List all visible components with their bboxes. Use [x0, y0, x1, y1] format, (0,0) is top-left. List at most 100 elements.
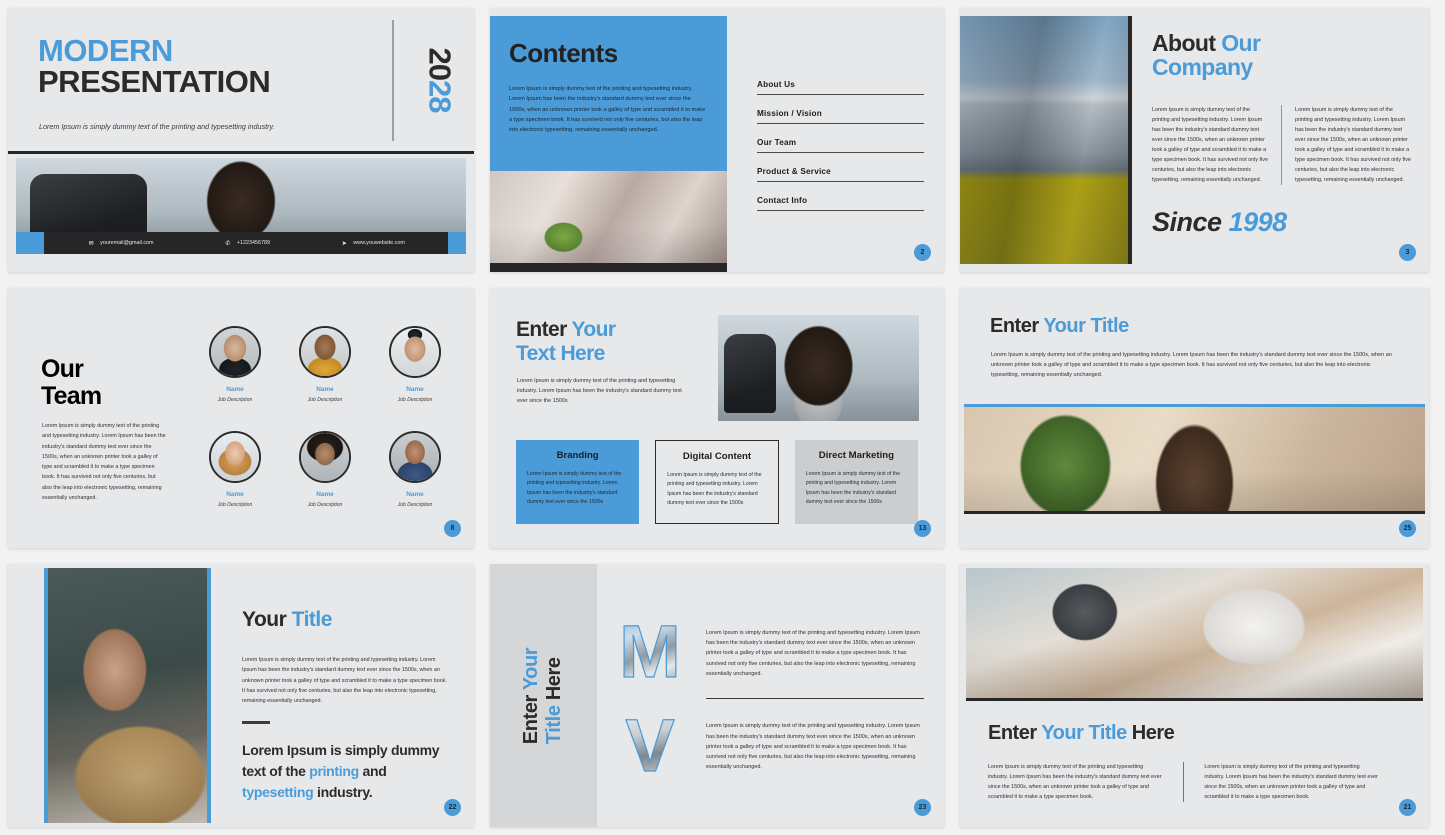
team-member[interactable]: Name Job Description: [190, 431, 280, 536]
slide-title[interactable]: MODERN PRESENTATION Lorem Ipsum is simpl…: [8, 8, 474, 272]
contents-item-our-team[interactable]: Our Team: [754, 138, 924, 157]
team-member[interactable]: Name Job Description: [190, 326, 280, 431]
team-heading-line-2: Team: [41, 381, 102, 410]
title-here-photo-pos: [966, 568, 1423, 698]
title-header: MODERN PRESENTATION Lorem Ipsum is simpl…: [8, 8, 474, 154]
page-number-badge: 13: [914, 520, 931, 537]
slide-thumb-your-title[interactable]: Your Title Lorem Ipsum is simply dummy t…: [0, 556, 482, 835]
contents-item-contact-info[interactable]: Contact Info: [754, 196, 924, 215]
slide-thumb-vertical-title[interactable]: Enter Your Title Here M Lorem Ipsum is s…: [482, 556, 952, 835]
contact-bar: ✉ youremail@gmail.com ✆ +1223456789 ➤ ww…: [16, 232, 466, 254]
slide-banner-title[interactable]: Enter Your Title Lorem Ipsum is simply d…: [960, 288, 1429, 548]
team-member[interactable]: Name Job Description: [370, 326, 460, 431]
slide-thumb-about[interactable]: About Our Company Lorem Ipsum is simply …: [952, 0, 1437, 280]
slide-thumb-team[interactable]: Our Team Lorem Ipsum is simply dummy tex…: [0, 280, 482, 556]
contents-blue-box: Contents Lorem Ipsum is simply dummy tex…: [490, 16, 727, 171]
slide-vertical-title[interactable]: Enter Your Title Here M Lorem Ipsum is s…: [490, 564, 944, 827]
slide-thumb-title[interactable]: MODERN PRESENTATION Lorem Ipsum is simpl…: [0, 0, 482, 280]
title-here-column-right: Lorem Ipsum is simply dummy text of the …: [1204, 764, 1378, 800]
about-vertical-bar: [1128, 16, 1132, 264]
slide-text-here[interactable]: Enter Your Text Here Lorem Ipsum is simp…: [490, 288, 944, 548]
avatar: [299, 326, 351, 378]
contact-website[interactable]: ➤ www.youwebsite.com: [340, 239, 405, 247]
card-branding[interactable]: Branding Lorem Ipsum is simply dummy tex…: [516, 440, 640, 524]
avatar: [389, 326, 441, 378]
slide-thumb-contents[interactable]: Contents Lorem Ipsum is simply dummy tex…: [482, 0, 952, 280]
about-body: About Our Company Lorem Ipsum is simply …: [1152, 31, 1411, 238]
about-columns: Lorem Ipsum is simply dummy text of the …: [1152, 104, 1411, 185]
contact-bar-inner: ✉ youremail@gmail.com ✆ +1223456789 ➤ ww…: [44, 232, 448, 254]
team-member-name: Name: [226, 491, 244, 498]
avatar: [209, 326, 261, 378]
about-photo-building: [960, 16, 1128, 264]
text-here-body: Lorem Ipsum is simply dummy text of the …: [517, 378, 682, 405]
card-body: Lorem Ipsum is simply dummy text of the …: [805, 471, 901, 506]
about-heading: About Our Company: [1152, 31, 1411, 80]
letter-m-graphic: M: [614, 614, 686, 689]
vertical-heading: Enter Your Title Here: [490, 564, 597, 827]
heading-dark: Enter: [516, 318, 572, 341]
short-rule: [242, 721, 270, 724]
vertical-title-row-m: M Lorem Ipsum is simply dummy text of th…: [614, 614, 924, 689]
card-digital-content[interactable]: Digital Content Lorem Ipsum is simply du…: [655, 440, 779, 524]
team-member-job: Job Description: [307, 397, 343, 403]
slide-thumb-banner-title[interactable]: Enter Your Title Lorem Ipsum is simply d…: [952, 280, 1437, 556]
vt-blue-1: Your: [520, 647, 543, 690]
slide-title-here[interactable]: Enter Your Title Here Lorem Ipsum is sim…: [960, 564, 1429, 827]
slide-contents[interactable]: Contents Lorem Ipsum is simply dummy tex…: [490, 8, 944, 272]
about-column-left: Lorem Ipsum is simply dummy text of the …: [1152, 106, 1268, 183]
card-heading: Direct Marketing: [818, 450, 894, 461]
slide-team[interactable]: Our Team Lorem Ipsum is simply dummy tex…: [8, 288, 474, 548]
team-body: Lorem Ipsum is simply dummy text of the …: [42, 423, 166, 501]
slide-about[interactable]: About Our Company Lorem Ipsum is simply …: [960, 8, 1429, 272]
slide-thumb-title-here[interactable]: Enter Your Title Here Lorem Ipsum is sim…: [952, 556, 1437, 835]
card-heading: Branding: [556, 450, 599, 461]
team-member[interactable]: Name Job Description: [280, 326, 370, 431]
your-title-photo-wrap: [44, 568, 211, 823]
banner-photo-wrap: [964, 404, 1425, 514]
banner-photo-palm: [964, 404, 1425, 514]
contact-email-text: youremail@gmail.com: [100, 240, 154, 246]
team-member-job: Job Description: [307, 502, 343, 508]
vertical-title-panel: Enter Your Title Here: [490, 564, 597, 827]
contents-heading: Contents: [509, 38, 618, 68]
cursor-icon: ➤: [341, 240, 347, 247]
team-member-name: Name: [406, 386, 424, 393]
contents-footer-bar: [490, 263, 727, 272]
heading-dark-1: Enter: [988, 722, 1042, 744]
team-member[interactable]: Name Job Description: [370, 431, 460, 536]
letter-v-graphic: V: [614, 708, 686, 783]
card-direct-marketing[interactable]: Direct Marketing Lorem Ipsum is simply d…: [794, 440, 918, 524]
phone-icon: ✆: [225, 240, 231, 247]
vertical-title-rows: M Lorem Ipsum is simply dummy text of th…: [614, 614, 924, 783]
statement-part-3: industry.: [313, 783, 373, 800]
banner-body: Lorem Ipsum is simply dummy text of the …: [991, 352, 1392, 379]
contents-item-about-us[interactable]: About Us: [754, 80, 924, 99]
contents-item-product-service[interactable]: Product & Service: [754, 167, 924, 186]
contents-item-label: Product & Service: [757, 167, 831, 176]
avatar: [299, 431, 351, 483]
contact-email[interactable]: ✉ youremail@gmail.com: [87, 239, 154, 247]
envelope-icon: ✉: [88, 240, 94, 247]
slide-your-title[interactable]: Your Title Lorem Ipsum is simply dummy t…: [8, 564, 474, 827]
since-year: 1998: [1228, 206, 1288, 237]
letter-glyph: V: [614, 708, 686, 783]
slide-thumb-text-here[interactable]: Enter Your Text Here Lorem Ipsum is simp…: [482, 280, 952, 556]
year-suffix: 28: [422, 80, 457, 113]
about-since: Since 1998: [1152, 207, 1411, 238]
since-word: Since: [1152, 206, 1222, 237]
contact-website-text: www.youwebsite.com: [353, 240, 405, 246]
heading-dark: Your: [242, 608, 292, 631]
team-member-name: Name: [406, 491, 424, 498]
your-title-heading: Your Title: [242, 608, 450, 632]
contents-item-mission-vision[interactable]: Mission / Vision: [754, 109, 924, 128]
your-title-body-wrap: Your Title Lorem Ipsum is simply dummy t…: [242, 608, 450, 803]
statement-blue-2: typesetting: [242, 783, 314, 800]
contents-item-label: Mission / Vision: [757, 109, 822, 118]
team-member[interactable]: Name Job Description: [280, 431, 370, 536]
contact-phone[interactable]: ✆ +1223456789: [224, 239, 270, 247]
contents-item-label: About Us: [757, 80, 795, 89]
team-grid: Name Job Description Name Job Descriptio…: [190, 326, 460, 536]
